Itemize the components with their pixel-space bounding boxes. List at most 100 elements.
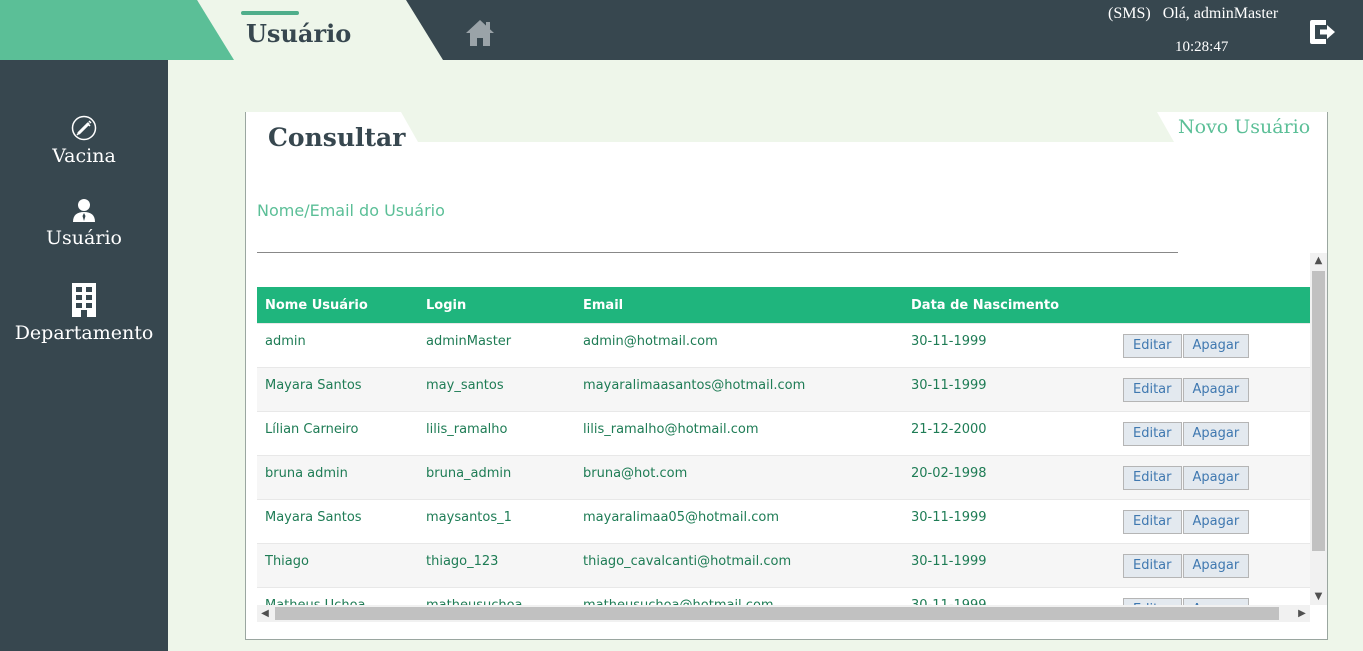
delete-button[interactable]: Apagar <box>1182 465 1250 490</box>
cell-text: 30-11-1999 <box>911 334 987 349</box>
cell-text: bruna admin <box>265 466 348 481</box>
cell-birthdate: 30-11-1999 <box>903 499 1115 544</box>
cell-text: Mayara Santos <box>265 378 362 393</box>
building-icon <box>72 283 96 317</box>
edit-button[interactable]: Editar <box>1123 553 1182 578</box>
title-accent <box>241 11 299 15</box>
greeting-label: Olá, adminMaster <box>1162 5 1279 22</box>
cell-text: 21-12-2000 <box>911 422 987 437</box>
logout-icon <box>1310 20 1335 44</box>
sidebar-item-departamento[interactable]: Departamento <box>0 282 168 344</box>
cell-actions: EditarApagar <box>1115 455 1310 500</box>
cell-text: adminMaster <box>426 334 512 349</box>
syringe-icon <box>71 115 97 141</box>
cell-text: bruna@hot.com <box>583 466 688 481</box>
header-clock: 10:28:47 <box>1175 39 1229 55</box>
cell-actions: EditarApagar <box>1115 499 1310 544</box>
cell-name: Mayara Santos <box>257 367 418 412</box>
users-table-container: Nome Usuário Login Email Data de Nascime… <box>257 253 1327 635</box>
cell-text: may_santos <box>426 378 504 393</box>
cell-text: 30-11-1999 <box>911 378 987 393</box>
brand-tab <box>0 0 235 60</box>
column-header-login[interactable]: Login <box>418 287 575 324</box>
cell-text: lilis_ramalho <box>426 422 508 437</box>
column-header-name[interactable]: Nome Usuário <box>257 287 418 324</box>
cell-login: thiago_123 <box>418 543 575 588</box>
vertical-scroll-thumb[interactable] <box>1312 271 1325 551</box>
cell-login: maysantos_1 <box>418 499 575 544</box>
edit-button[interactable]: Editar <box>1123 465 1182 490</box>
edit-button[interactable]: Editar <box>1123 377 1182 402</box>
scroll-down-arrow-icon[interactable]: ▼ <box>1310 589 1327 605</box>
cell-birthdate: 30-11-1999 <box>903 543 1115 588</box>
edit-button[interactable]: Editar <box>1123 333 1182 358</box>
cell-text: 30-11-1999 <box>911 510 987 525</box>
new-user-link[interactable]: Novo Usuário <box>1178 116 1310 138</box>
cell-text: maysantos_1 <box>426 510 512 525</box>
cell-actions: EditarApagar <box>1115 543 1310 588</box>
cell-text: Thiago <box>265 554 309 569</box>
sidebar-item-usuario[interactable]: Usuário <box>0 197 168 249</box>
cell-name: bruna admin <box>257 455 418 500</box>
delete-button[interactable]: Apagar <box>1182 421 1250 446</box>
context-label: (SMS) <box>1108 5 1151 22</box>
cell-email: admin@hotmail.com <box>575 323 903 368</box>
sidebar-item-label: Departamento <box>14 322 154 344</box>
delete-button[interactable]: Apagar <box>1182 509 1250 534</box>
page-title: Usuário <box>246 19 352 48</box>
sidebar: Vacina Usuário Departamento <box>0 60 168 651</box>
scroll-left-arrow-icon[interactable]: ◀ <box>257 605 273 622</box>
delete-button[interactable]: Apagar <box>1182 377 1250 402</box>
search-input[interactable] <box>257 224 1178 253</box>
cell-login: may_santos <box>418 367 575 412</box>
delete-button[interactable]: Apagar <box>1182 333 1250 358</box>
sidebar-item-vacina[interactable]: Vacina <box>0 115 168 167</box>
edit-button[interactable]: Editar <box>1123 421 1182 446</box>
cell-login: adminMaster <box>418 323 575 368</box>
header-user: (SMS) Olá, adminMaster <box>1108 5 1278 23</box>
scroll-up-arrow-icon[interactable]: ▲ <box>1310 253 1327 269</box>
table-row: Thiago thiago_123 thiago_cavalcanti@hotm… <box>257 543 1310 588</box>
cell-text: bruna_admin <box>426 466 512 481</box>
user-icon <box>73 199 95 222</box>
table-row: Mayara Santos may_santos mayaralimaasant… <box>257 367 1310 412</box>
cell-actions: EditarApagar <box>1115 411 1310 456</box>
cell-login: bruna_admin <box>418 455 575 500</box>
cell-name: Mayara Santos <box>257 499 418 544</box>
cell-text: 20-02-1998 <box>911 466 987 481</box>
sidebar-item-label: Usuário <box>46 227 122 249</box>
cell-birthdate: 30-11-1999 <box>903 367 1115 412</box>
edit-button[interactable]: Editar <box>1123 509 1182 534</box>
cell-text: admin <box>265 334 306 349</box>
cell-name: Thiago <box>257 543 418 588</box>
column-header-email[interactable]: Email <box>575 287 903 324</box>
cell-text: admin@hotmail.com <box>583 334 718 349</box>
cell-text: mayaralimaa05@hotmail.com <box>583 510 780 525</box>
scroll-right-arrow-icon[interactable]: ▶ <box>1294 605 1310 622</box>
cell-birthdate: 20-02-1998 <box>903 455 1115 500</box>
cell-email: thiago_cavalcanti@hotmail.com <box>575 543 903 588</box>
delete-button[interactable]: Apagar <box>1182 553 1250 578</box>
cell-actions: EditarApagar <box>1115 323 1310 368</box>
vertical-scrollbar[interactable]: ▲ ▼ <box>1310 253 1327 605</box>
users-table: Nome Usuário Login Email Data de Nascime… <box>257 287 1310 631</box>
cell-text: thiago_123 <box>426 554 499 569</box>
cell-text: Lílian Carneiro <box>265 422 359 437</box>
cell-text: thiago_cavalcanti@hotmail.com <box>583 554 792 569</box>
cell-text: mayaralimaasantos@hotmail.com <box>583 378 806 393</box>
cell-email: mayaralimaa05@hotmail.com <box>575 499 903 544</box>
cell-email: mayaralimaasantos@hotmail.com <box>575 367 903 412</box>
home-button[interactable] <box>464 18 496 48</box>
logout-button[interactable] <box>1306 16 1338 48</box>
table-header-row: Nome Usuário Login Email Data de Nascime… <box>257 287 1310 324</box>
sidebar-item-label: Vacina <box>52 145 116 167</box>
consult-panel: Consultar Novo Usuário Nome/Email do Usu… <box>245 112 1328 640</box>
cell-name: Lílian Carneiro <box>257 411 418 456</box>
horizontal-scrollbar[interactable]: ◀ ▶ <box>257 605 1310 622</box>
cell-text: lilis_ramalho@hotmail.com <box>583 422 759 437</box>
column-header-birthdate[interactable]: Data de Nascimento <box>903 287 1115 324</box>
horizontal-scroll-thumb[interactable] <box>275 607 1279 620</box>
home-icon <box>466 20 494 46</box>
cell-email: bruna@hot.com <box>575 455 903 500</box>
cell-birthdate: 21-12-2000 <box>903 411 1115 456</box>
